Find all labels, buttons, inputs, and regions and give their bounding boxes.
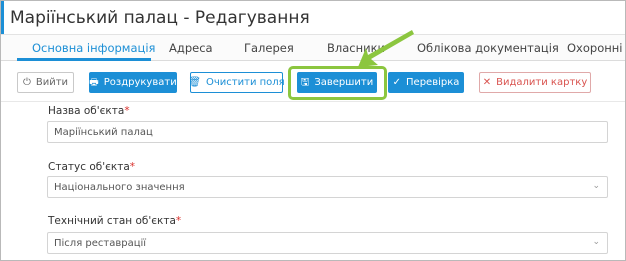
tab-main-info[interactable]: Основна інформація bbox=[32, 41, 155, 55]
clear-fields-button[interactable]: 🗑 Очистити поля bbox=[188, 72, 285, 93]
window-accent-bar bbox=[1, 1, 4, 35]
object-condition-value: Після реставрації bbox=[54, 237, 147, 249]
exit-button-label: Вийти bbox=[35, 77, 69, 88]
pointer-arrow bbox=[358, 30, 414, 67]
check-button[interactable]: ✓ Перевірка bbox=[388, 72, 464, 93]
chevron-down-icon: ⌄ bbox=[592, 181, 600, 191]
object-status-label-text: Статус об'єкта bbox=[48, 161, 130, 173]
exit-button[interactable]: ⏻ Вийти bbox=[17, 72, 74, 93]
object-status-select[interactable]: Національного значення ⌄ bbox=[47, 176, 608, 198]
delete-card-button[interactable]: ✕ Видалити картку bbox=[479, 72, 591, 93]
required-mark: * bbox=[175, 215, 182, 227]
object-status-label: Статус об'єкта* bbox=[48, 161, 135, 173]
active-tab-indicator bbox=[17, 58, 151, 61]
object-condition-label: Технічний стан об'єкта* bbox=[48, 215, 181, 227]
chevron-down-icon: ⌄ bbox=[592, 237, 600, 247]
page-title: Маріїнський палац - Редагування bbox=[10, 8, 310, 28]
printer-icon: 🖶 bbox=[89, 76, 99, 88]
object-condition-label-text: Технічний стан об'єкта bbox=[48, 215, 176, 227]
object-name-label: Назва об'єкта* bbox=[48, 105, 130, 117]
check-button-label: Перевірка bbox=[406, 77, 460, 88]
tab-gallery[interactable]: Галерея bbox=[244, 41, 294, 55]
clear-fields-button-label: Очистити поля bbox=[206, 77, 285, 88]
tab-protection-docs[interactable]: Охоронні до bbox=[567, 41, 625, 55]
object-name-input[interactable]: Маріїнський палац bbox=[47, 121, 608, 143]
required-mark: * bbox=[124, 105, 130, 117]
trash-icon: 🗑 bbox=[188, 76, 202, 88]
close-icon: ✕ bbox=[482, 76, 492, 88]
finish-button-highlight bbox=[288, 66, 387, 100]
object-condition-select[interactable]: Після реставрації ⌄ bbox=[47, 232, 608, 254]
object-status-value: Національного значення bbox=[54, 181, 185, 193]
print-button-label: Роздрукувати bbox=[103, 77, 177, 88]
power-icon: ⏻ bbox=[22, 76, 31, 88]
print-button[interactable]: 🖶 Роздрукувати bbox=[89, 72, 177, 93]
delete-card-button-label: Видалити картку bbox=[496, 77, 588, 88]
tab-address[interactable]: Адреса bbox=[169, 41, 213, 55]
toolbar-divider bbox=[1, 101, 625, 102]
object-name-value: Маріїнський палац bbox=[54, 126, 153, 138]
object-name-label-text: Назва об'єкта bbox=[48, 105, 125, 117]
edit-window: Маріїнський палац - Редагування Основна … bbox=[0, 0, 626, 261]
required-mark: * bbox=[129, 161, 136, 173]
tab-registration-docs[interactable]: Облікова документація bbox=[417, 41, 559, 55]
check-icon: ✓ bbox=[392, 76, 402, 88]
